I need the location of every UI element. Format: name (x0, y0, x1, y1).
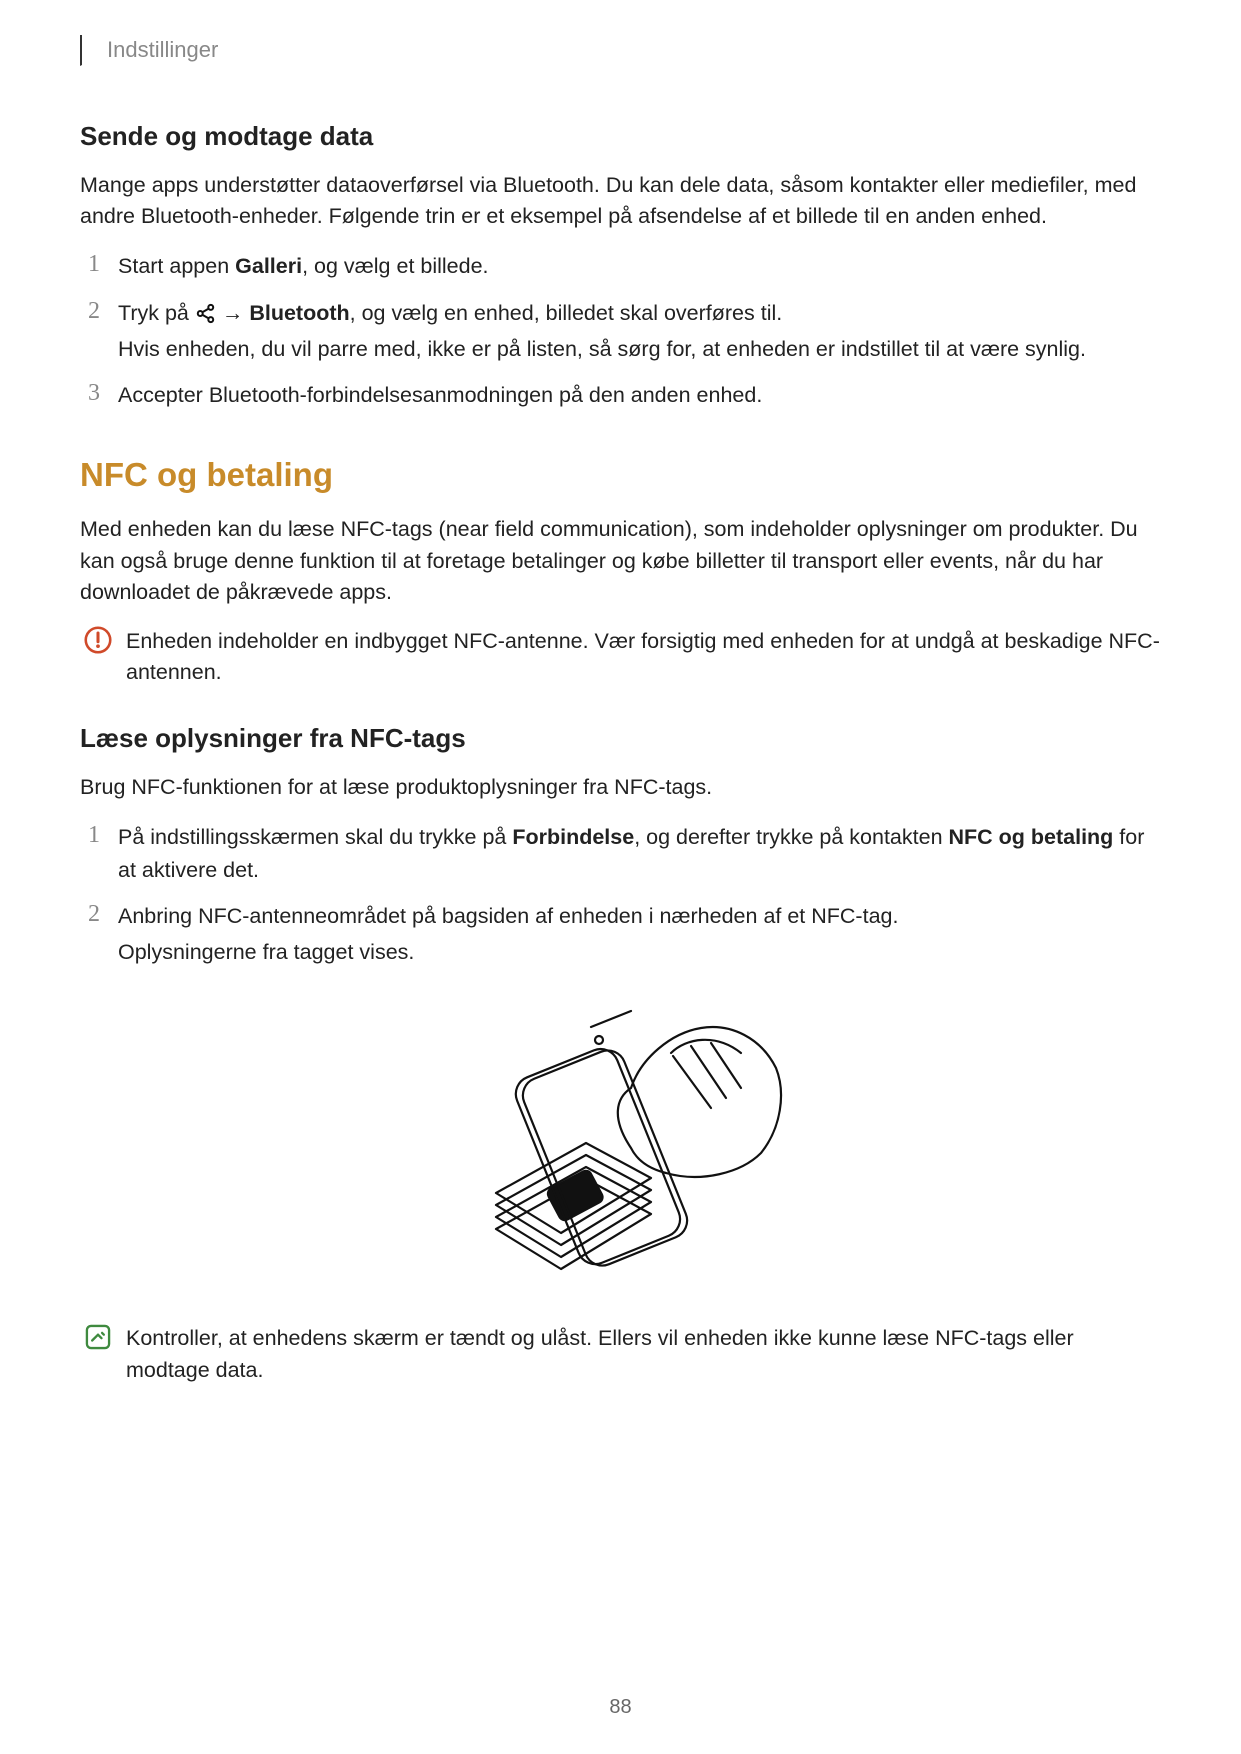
callout-text: Kontroller, at enhedens skærm er tændt o… (116, 1323, 1161, 1385)
step-number: 2 (80, 900, 108, 969)
warning-icon (80, 626, 116, 688)
step-text: Start appen Galleri, og vælg et billede. (108, 250, 1161, 282)
warning-callout: Enheden indeholder en indbygget NFC-ante… (80, 626, 1161, 688)
section-heading-read-nfc: Læse oplysninger fra NFC-tags (80, 723, 1161, 754)
step-1-nfc: 1 På indstillingsskærmen skal du trykke … (80, 821, 1161, 886)
nfc-illustration (80, 993, 1161, 1298)
step-3: 3 Accepter Bluetooth-forbindelsesanmodni… (80, 379, 1161, 411)
callout-text: Enheden indeholder en indbygget NFC-ante… (116, 626, 1161, 688)
note-callout: Kontroller, at enhedens skærm er tændt o… (80, 1323, 1161, 1385)
step-text: På indstillingsskærmen skal du trykke på… (108, 821, 1161, 886)
step-2-nfc: 2 Anbring NFC-antenneområdet på bagsiden… (80, 900, 1161, 969)
breadcrumb: Indstillinger (80, 35, 1161, 66)
step-text: Anbring NFC-antenneområdet på bagsiden a… (108, 900, 1161, 969)
step-text: Tryk på → Bluetooth, og vælg en enhed, b… (108, 297, 1161, 366)
step-number: 2 (80, 297, 108, 366)
step-2: 2 Tryk på → Bluetooth, og vælg en enhed,… (80, 297, 1161, 366)
paragraph: Med enheden kan du læse NFC-tags (near f… (80, 514, 1161, 608)
paragraph: Brug NFC-funktionen for at læse produkto… (80, 772, 1161, 803)
page-number: 88 (0, 1696, 1241, 1719)
paragraph: Mange apps understøtter dataoverførsel v… (80, 170, 1161, 232)
note-icon (80, 1323, 116, 1385)
step-text: Accepter Bluetooth-forbindelsesanmodning… (108, 379, 1161, 411)
share-icon (195, 301, 216, 325)
step-number: 3 (80, 379, 108, 411)
step-number: 1 (80, 250, 108, 282)
step-1: 1 Start appen Galleri, og vælg et billed… (80, 250, 1161, 282)
step-number: 1 (80, 821, 108, 886)
section-heading-send-receive: Sende og modtage data (80, 121, 1161, 152)
heading-nfc: NFC og betaling (80, 456, 1161, 494)
